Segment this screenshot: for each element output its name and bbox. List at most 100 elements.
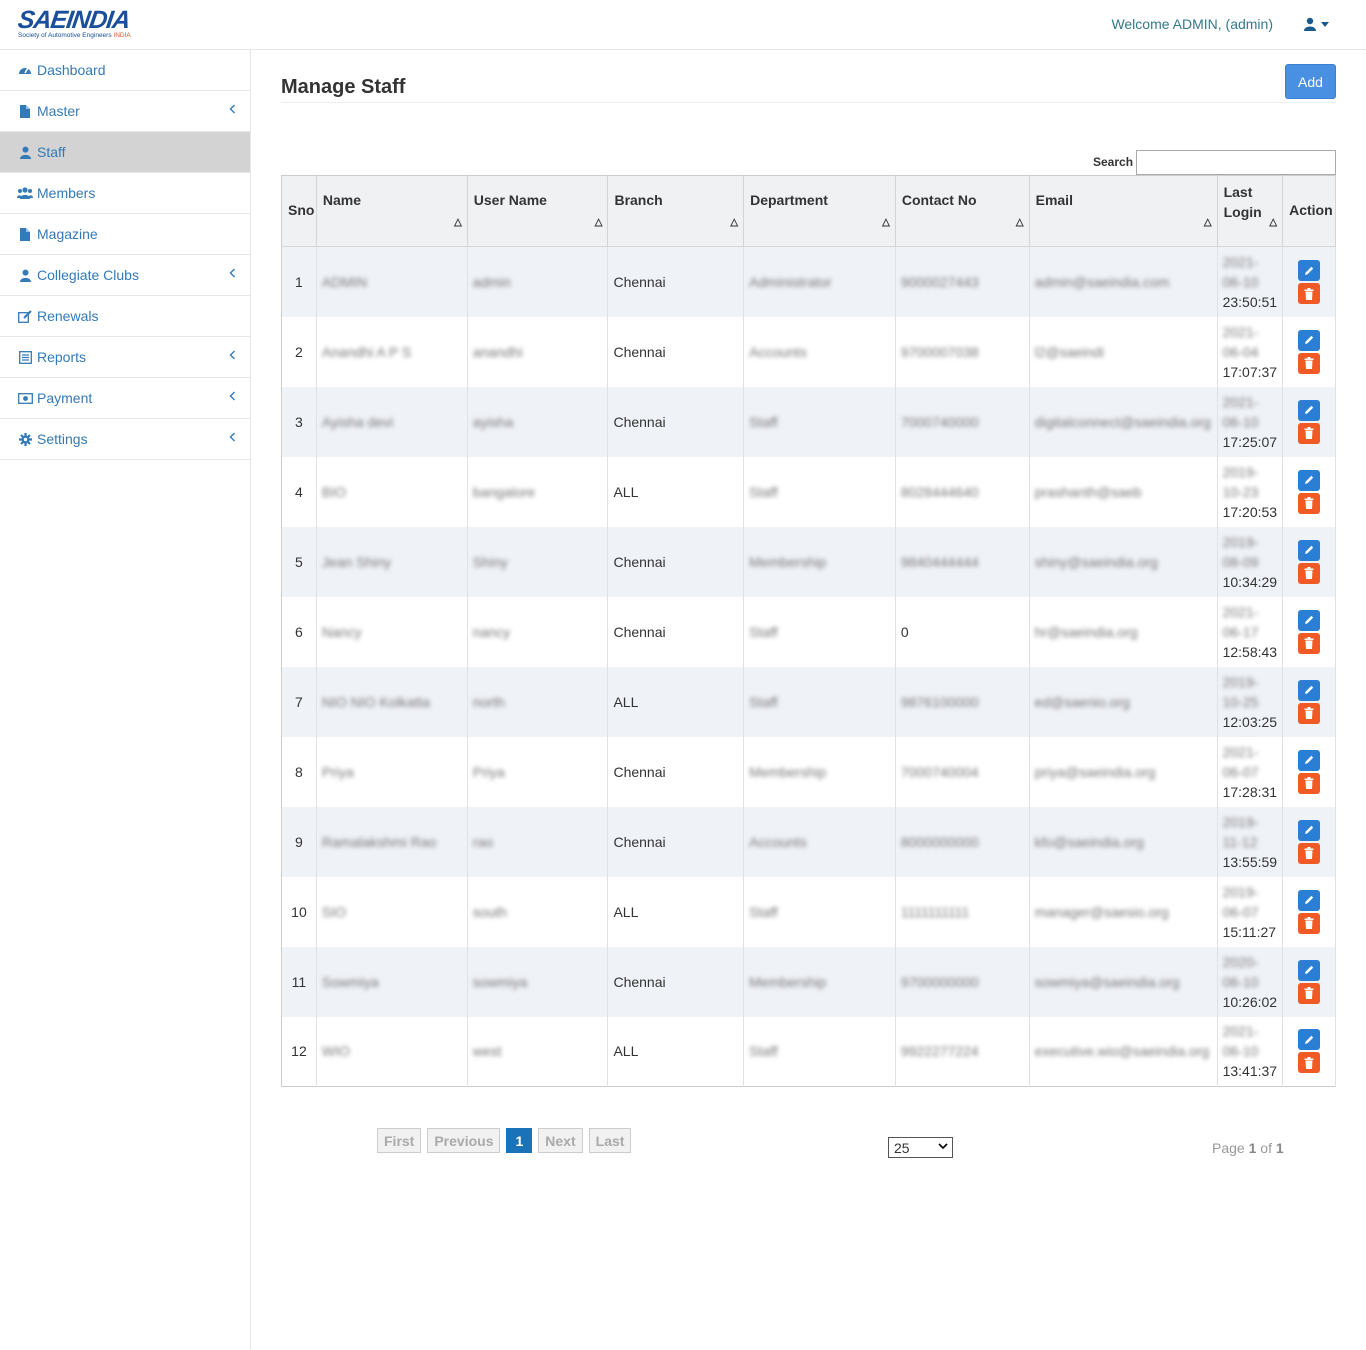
delete-button[interactable] [1298,772,1321,794]
cell-email: prashanth@saeb [1029,456,1218,527]
column-header-branch[interactable]: Branch △ [607,175,745,247]
add-staff-button[interactable]: Add [1285,64,1336,99]
caret-down-icon [1321,22,1329,27]
cell-contact: 8028444640 [895,456,1030,527]
cell-action [1282,246,1336,317]
table-header-row: Sno Name △ User Name △ Branch △ Department △… [281,175,1336,247]
delete-button[interactable] [1298,702,1321,724]
cell-branch: Chennai [607,946,745,1017]
delete-button[interactable] [1298,282,1321,304]
column-header-name[interactable]: Name △ [316,175,468,247]
sidebar-item-settings[interactable]: Settings [0,419,250,460]
cell-email: priya@saeindia.org [1029,736,1218,807]
cell-department: Membership [743,946,896,1017]
gear-icon [17,432,33,446]
column-header-username[interactable]: User Name △ [467,175,609,247]
cell-action [1282,1016,1336,1087]
delete-button[interactable] [1298,492,1321,514]
cell-last-login: 2019- 06-07 15:11:27 [1217,876,1284,947]
edit-button[interactable] [1298,539,1321,561]
edit-button[interactable] [1298,259,1321,281]
delete-button[interactable] [1298,562,1321,584]
chevron-left-icon [229,103,236,117]
sidebar-item-collegiate-clubs[interactable]: Collegiate Clubs [0,255,250,296]
pencil-icon [1305,1035,1314,1045]
delete-button[interactable] [1298,982,1321,1004]
search-input[interactable] [1136,150,1336,175]
cell-branch: ALL [607,876,745,947]
sidebar-item-reports[interactable]: Reports [0,337,250,378]
pencil-icon [1305,266,1314,275]
table-row: 9 Ramalakshmi Rao rao Chennai Accounts 800000… [281,806,1336,877]
sidebar: Dashboard Master Staff Members Magazine Colle… [0,50,251,1350]
edit-button[interactable] [1298,469,1321,491]
cell-contact: 9922277224 [895,1016,1030,1087]
column-header-sno[interactable]: Sno [281,175,317,247]
top-navbar: SAEINDIA Society of Automotive Engineers… [0,0,1366,50]
delete-button[interactable] [1298,1052,1321,1074]
edit-button[interactable] [1298,609,1321,631]
cell-department: Administrator [743,246,896,317]
current-page-button[interactable]: 1 [506,1128,533,1153]
cell-contact: 7000740000 [895,386,1030,457]
pencil-icon [1305,756,1314,765]
user-menu-toggle[interactable] [1304,16,1334,34]
cell-department: Staff [743,596,896,667]
trash-icon [1304,287,1314,300]
saeindia-logo[interactable]: SAEINDIA Society of Automotive Engineers… [16,6,144,40]
sidebar-item-dashboard[interactable]: Dashboard [0,50,250,91]
cell-sno: 10 [281,876,317,947]
previous-page-button[interactable]: Previous [427,1128,501,1153]
delete-button[interactable] [1298,842,1321,864]
page-size-select[interactable]: 25 [888,1137,953,1158]
delete-button[interactable] [1298,912,1321,934]
column-header-department[interactable]: Department △ [743,175,896,247]
cell-name: NIO NIO Kolkatta [316,666,468,737]
first-page-button[interactable]: First [377,1128,422,1153]
sidebar-item-magazine[interactable]: Magazine [0,214,250,255]
column-header-last-login[interactable]: Last Login △ [1217,175,1284,247]
cell-contact: 1111111111 [895,876,1030,947]
cell-username: rao [467,806,609,877]
trash-icon [1304,987,1314,1000]
sidebar-item-staff[interactable]: Staff [0,132,250,173]
cell-email: admin@saeindia.com [1029,246,1218,317]
delete-button[interactable] [1298,422,1321,444]
user-icon [17,269,33,282]
edit-button[interactable] [1298,959,1321,981]
edit-button[interactable] [1298,399,1321,421]
sidebar-item-label: Payment [37,390,93,406]
edit-button[interactable] [1298,889,1321,911]
cell-sno: 7 [281,666,317,737]
sidebar-item-payment[interactable]: Payment [0,378,250,419]
table-row: 6 Nancy nancy Chennai Staff 0 hr@saeindia.org 2… [281,596,1336,667]
column-header-contact[interactable]: Contact No △ [895,175,1030,247]
cell-sno: 5 [281,526,317,597]
pencil-icon [1305,616,1314,625]
delete-button[interactable] [1298,632,1321,654]
cell-name: Ramalakshmi Rao [316,806,468,877]
cell-contact: 9000027443 [895,246,1030,317]
edit-button[interactable] [1298,749,1321,771]
table-row: 1 ADMIN admin Chennai Administrator 900002744… [281,246,1336,317]
sidebar-item-master[interactable]: Master [0,91,250,132]
cell-name: Sowmiya [316,946,468,1017]
sort-icon: △ [1203,217,1212,228]
cell-username: admin [467,246,609,317]
next-page-button[interactable]: Next [538,1128,583,1153]
table-row: 4 BIO bangalore ALL Staff 8028444640 prashanth… [281,456,1336,527]
sidebar-item-renewals[interactable]: Renewals [0,296,250,337]
cell-name: Ayisha devi [316,386,468,457]
trash-icon [1304,497,1314,510]
edit-button[interactable] [1298,819,1321,841]
cell-last-login: 2019- 10-23 17:20:53 [1217,456,1284,527]
edit-button[interactable] [1298,679,1321,701]
edit-button[interactable] [1298,329,1321,351]
cell-last-login: 2021- 06-10 23:50:51 [1217,246,1284,317]
delete-button[interactable] [1298,352,1321,374]
column-header-email[interactable]: Email △ [1029,175,1218,247]
sidebar-item-members[interactable]: Members [0,173,250,214]
last-page-button[interactable]: Last [588,1128,632,1153]
edit-button[interactable] [1298,1029,1321,1051]
table-row: 12 WIO west ALL Staff 9922277224 executive.wio… [281,1016,1336,1087]
